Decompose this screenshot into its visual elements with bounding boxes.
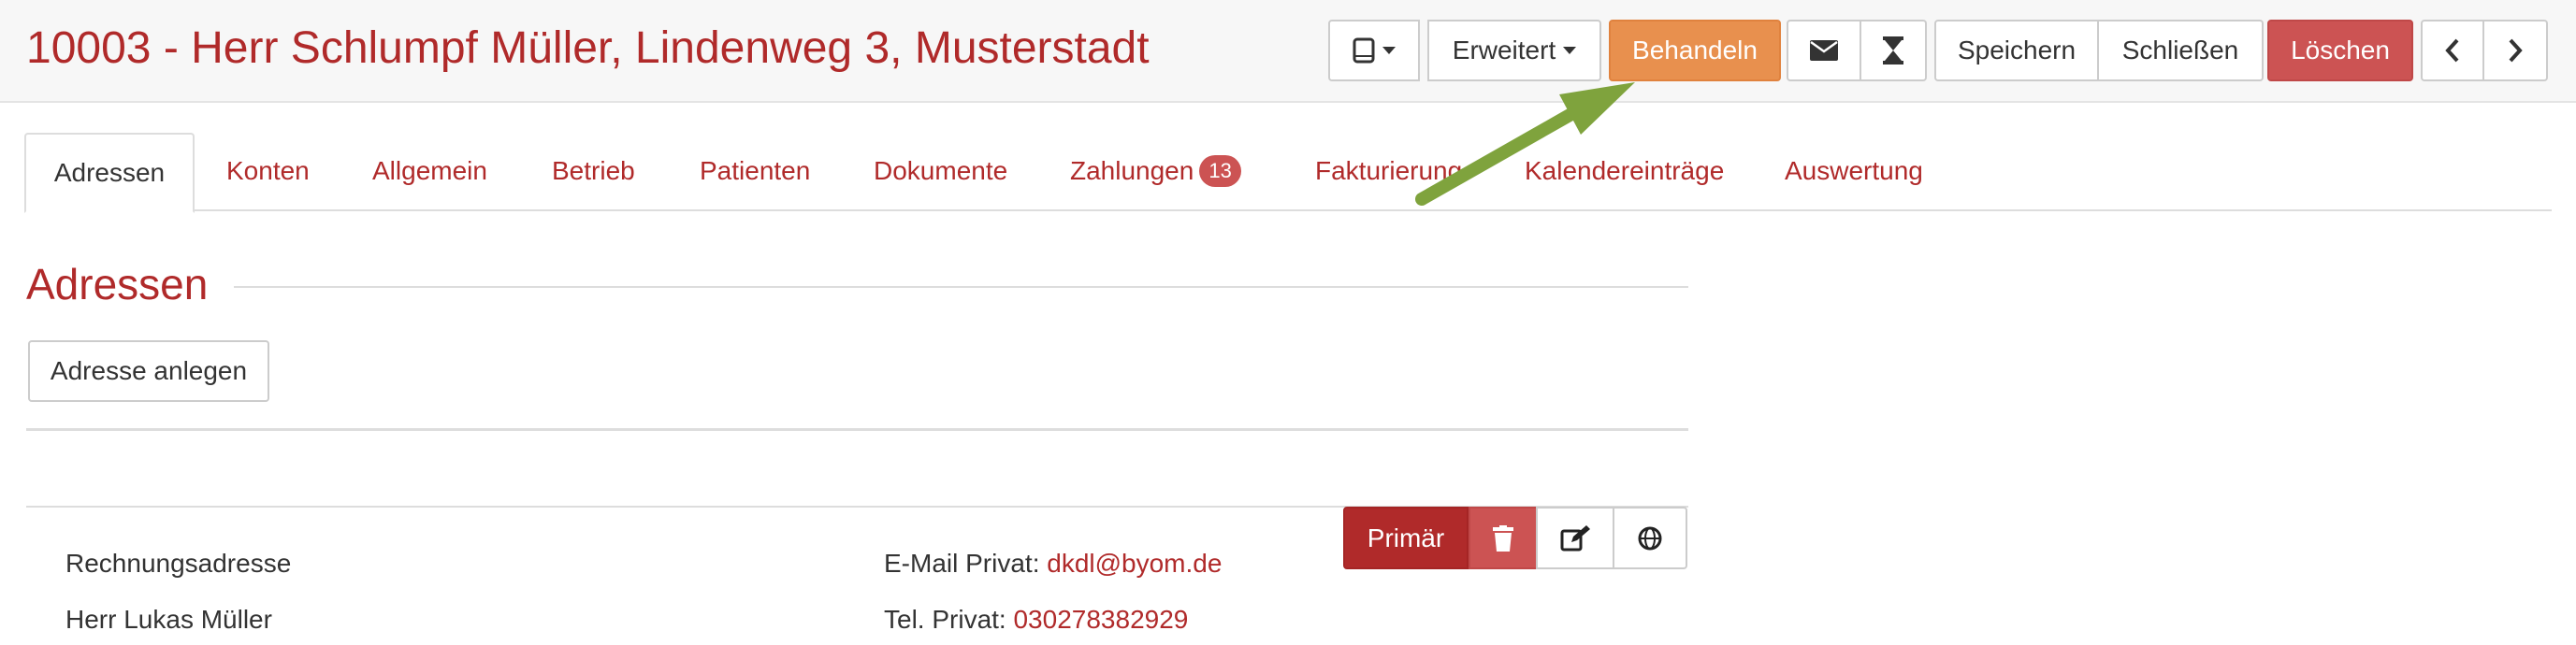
map-address-button[interactable]: [1613, 507, 1687, 569]
loeschen-label: Löschen: [2291, 36, 2390, 64]
erweitert-dropdown-button[interactable]: Erweitert: [1427, 20, 1601, 81]
address-name: Herr Lukas Müller: [65, 605, 272, 634]
hourglass-icon: [1883, 36, 1903, 64]
email-label: E-Mail Privat:: [884, 549, 1040, 578]
speichern-button[interactable]: Speichern: [1934, 20, 2099, 81]
email-link[interactable]: dkdl@byom.de: [1047, 549, 1222, 578]
tab-allgemein[interactable]: Allgemein: [372, 133, 487, 211]
add-address-button[interactable]: Adresse anlegen: [28, 340, 269, 402]
page-title: 10003 - Herr Schlumpf Müller, Lindenweg …: [26, 23, 1150, 73]
tab-label: Patienten: [700, 156, 811, 185]
tab-kalendereintraege[interactable]: Kalendereinträge: [1525, 133, 1724, 211]
section-title: Adressen: [26, 260, 209, 308]
loeschen-button[interactable]: Löschen: [2267, 20, 2413, 81]
primary-button[interactable]: Primär: [1343, 507, 1469, 569]
schliessen-button[interactable]: Schließen: [2099, 20, 2264, 81]
edit-address-button[interactable]: [1536, 507, 1614, 569]
tab-label: Auswertung: [1785, 156, 1923, 185]
chevron-down-icon: [1563, 47, 1577, 54]
tab-label: Allgemein: [372, 156, 487, 185]
count-badge: 13: [1199, 154, 1241, 187]
chevron-left-icon: [2445, 38, 2460, 63]
speichern-label: Speichern: [1957, 36, 2077, 64]
envelope-icon: [1810, 40, 1838, 61]
add-address-label: Adresse anlegen: [50, 356, 248, 385]
tab-dokumente[interactable]: Dokumente: [874, 133, 1007, 211]
globe-icon: [1638, 526, 1662, 551]
tab-label: Fakturierung: [1315, 156, 1463, 185]
send-mail-button[interactable]: [1787, 20, 1861, 81]
primary-label: Primär: [1367, 523, 1445, 552]
chevron-down-icon: [1382, 47, 1396, 54]
history-button[interactable]: [1861, 20, 1927, 81]
phone-label: Tel. Privat:: [884, 605, 1006, 634]
edit-icon: [1560, 524, 1590, 552]
tab-fakturierung[interactable]: Fakturierung: [1315, 133, 1462, 211]
next-record-button[interactable]: [2484, 20, 2548, 81]
header-bar: 10003 - Herr Schlumpf Müller, Lindenweg …: [0, 0, 2576, 103]
divider: [234, 286, 1688, 288]
tablet-icon: [1353, 37, 1375, 64]
divider: [26, 428, 1688, 431]
tab-adressen[interactable]: Adressen: [24, 133, 195, 213]
tab-zahlungen[interactable]: Zahlungen 13: [1070, 133, 1241, 211]
phone-link[interactable]: 030278382929: [1013, 605, 1188, 634]
tab-label: Konten: [226, 156, 310, 185]
erweitert-label: Erweitert: [1452, 36, 1556, 64]
chevron-right-icon: [2508, 38, 2523, 63]
delete-address-button[interactable]: [1469, 507, 1538, 569]
previous-record-button[interactable]: [2421, 20, 2484, 81]
behandeln-button[interactable]: Behandeln: [1609, 20, 1781, 81]
tab-label: Betrieb: [552, 156, 635, 185]
tab-bar: Adressen Konten Allgemein Betrieb Patien…: [24, 133, 2552, 213]
tab-label: Zahlungen: [1070, 156, 1194, 185]
tab-patienten[interactable]: Patienten: [700, 133, 810, 211]
tab-label: Kalendereinträge: [1525, 156, 1725, 185]
device-dropdown-button[interactable]: [1328, 20, 1420, 81]
tab-betrieb[interactable]: Betrieb: [552, 133, 635, 211]
behandeln-label: Behandeln: [1632, 36, 1758, 64]
address-type: Rechnungsadresse: [65, 549, 292, 578]
trash-icon: [1493, 524, 1513, 552]
tab-auswertung[interactable]: Auswertung: [1785, 133, 1923, 211]
phone-row: Tel. Privat: 030278382929: [884, 604, 1188, 636]
email-row: E-Mail Privat: dkdl@byom.de: [884, 548, 1222, 580]
schliessen-label: Schließen: [2121, 36, 2239, 64]
tab-konten[interactable]: Konten: [226, 133, 310, 211]
tab-label: Adressen: [53, 158, 166, 187]
tab-label: Dokumente: [874, 156, 1008, 185]
